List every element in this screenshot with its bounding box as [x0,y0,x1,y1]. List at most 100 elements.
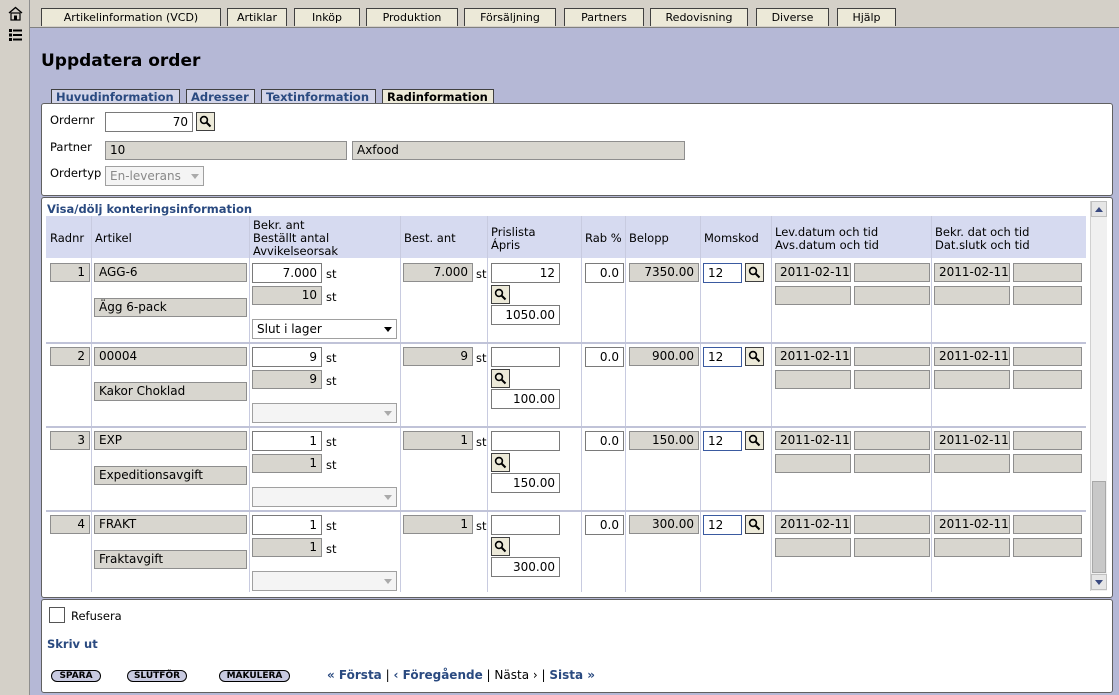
row-reason-select[interactable] [252,403,397,423]
row-momskod-search-button[interactable] [745,431,764,450]
row-prislista-search-button[interactable] [491,537,510,556]
row-rab-input[interactable]: 0.0 [585,347,624,367]
nav-tab-4[interactable]: Försäljning [464,8,556,26]
row-prislista-input[interactable] [491,431,560,451]
tab-huvudinformation[interactable]: Huvudinformation [51,89,180,104]
row-avs-datum-field [775,370,851,389]
row-rab-input[interactable]: 0.0 [585,431,624,451]
row-bekr-tid-field [1013,515,1082,534]
row-rab-input[interactable]: 0.0 [585,515,624,535]
row-unit: st [326,374,337,388]
nav-tab-8[interactable]: Hjälp [837,8,896,26]
row-prislista-search-button[interactable] [491,285,510,304]
nav-tab-1[interactable]: Artiklar [227,8,287,26]
row-unit: st [476,435,487,449]
pager-prev[interactable]: ‹ Föregående [393,668,482,682]
row-artikel-name: Ägg 6-pack [94,298,247,317]
search-icon [748,518,761,531]
void-button[interactable]: MAKULERA [219,670,290,682]
row-avs-tid-field [854,454,930,473]
ordernr-search-button[interactable] [196,112,215,131]
refusera-checkbox[interactable] [49,607,65,623]
row-slutk-datum-field [934,370,1010,389]
row-prislista-input[interactable] [491,347,560,367]
row-prislista-search-button[interactable] [491,453,510,472]
row-avs-datum-field [775,454,851,473]
row-momskod-search-button[interactable] [745,347,764,366]
row-prislista-input[interactable] [491,515,560,535]
search-icon [748,350,761,363]
row-avs-tid-field [854,286,930,305]
search-icon [494,372,507,385]
search-icon [748,434,761,447]
row-momskod-search-button[interactable] [745,515,764,534]
row-momskod-input[interactable]: 12 [703,515,742,535]
tab-textinformation[interactable]: Textinformation [261,89,376,104]
print-link[interactable]: Skriv ut [47,637,98,651]
col-divider [625,216,626,592]
row-bestallt-field: 9 [252,370,322,389]
nav-tab-2[interactable]: Inköp [294,8,360,26]
row-bekr-dat-field: 2011-02-11 [934,263,1010,282]
row-bekr-ant-input[interactable]: 1 [252,515,322,535]
nav-tab-5[interactable]: Partners [564,8,644,26]
row-rab-input[interactable]: 0.0 [585,263,624,283]
row-slutk-tid-field [1013,538,1082,557]
nav-tab-0[interactable]: Artikelinformation (VCD) [41,8,221,26]
nav-tab-3[interactable]: Produktion [366,8,458,26]
row-prislista-input[interactable]: 12 [491,263,560,283]
row-lev-datum-field: 2011-02-11 [775,263,851,282]
nav-tab-7[interactable]: Diverse [756,8,829,26]
row-unit: st [326,519,337,533]
row-avs-tid-field [854,370,930,389]
row-reason-select[interactable]: Slut i lager [252,319,397,339]
vertical-scrollbar[interactable] [1090,201,1107,591]
row-momskod-search-button[interactable] [745,263,764,282]
row-apris-input[interactable]: 1050.00 [491,305,560,325]
scroll-thumb[interactable] [1092,481,1106,573]
finish-button[interactable]: SLUTFÖR [127,670,187,682]
row-apris-input[interactable]: 300.00 [491,557,560,577]
row-unit: st [326,458,337,472]
row-best-ant-field: 1 [403,431,473,450]
row-bekr-ant-input[interactable]: 7.000 [252,263,322,283]
scroll-up-button[interactable] [1091,201,1107,217]
tab-adresser[interactable]: Adresser [186,89,255,104]
row-lev-tid-field [854,431,930,450]
row-unit: st [476,351,487,365]
tab-radinformation[interactable]: Radinformation [382,89,494,104]
scroll-down-button[interactable] [1091,574,1107,590]
toggle-accounting-link[interactable]: Visa/dölj konteringsinformation [47,202,252,216]
row-apris-input[interactable]: 100.00 [491,389,560,409]
row-unit: st [326,351,337,365]
search-icon [748,266,761,279]
row-bekr-ant-input[interactable]: 1 [252,431,322,451]
row-bekr-tid-field [1013,263,1082,282]
row-artikel-code: FRAKT [94,515,247,534]
row-apris-input[interactable]: 150.00 [491,473,560,493]
home-icon[interactable] [7,5,23,21]
ordernr-input[interactable]: 70 [105,112,193,132]
save-button[interactable]: SPARA [51,670,101,682]
nav-tab-6[interactable]: Redovisning [650,8,748,26]
ordertyp-select[interactable]: En-leverans [105,166,204,186]
pager-first[interactable]: « Första [327,668,382,682]
row-slutk-tid-field [1013,454,1082,473]
row-prislista-search-button[interactable] [491,369,510,388]
row-bekr-tid-field [1013,431,1082,450]
search-icon [199,115,212,128]
row-reason-select[interactable] [252,571,397,591]
list-icon[interactable] [7,27,23,43]
row-best-ant-field: 1 [403,515,473,534]
row-divider [46,426,1086,428]
row-momskod-input[interactable]: 12 [703,431,742,451]
page-title: Uppdatera order [41,51,201,71]
row-momskod-input[interactable]: 12 [703,263,742,283]
pager-last[interactable]: Sista » [549,668,595,682]
row-bekr-ant-input[interactable]: 9 [252,347,322,367]
row-momskod-input[interactable]: 12 [703,347,742,367]
header-avvikelseorsak: Avvikelseorsak [253,244,339,258]
row-lev-datum-field: 2011-02-11 [775,347,851,366]
row-reason-select[interactable] [252,487,397,507]
row-avs-tid-field [854,538,930,557]
